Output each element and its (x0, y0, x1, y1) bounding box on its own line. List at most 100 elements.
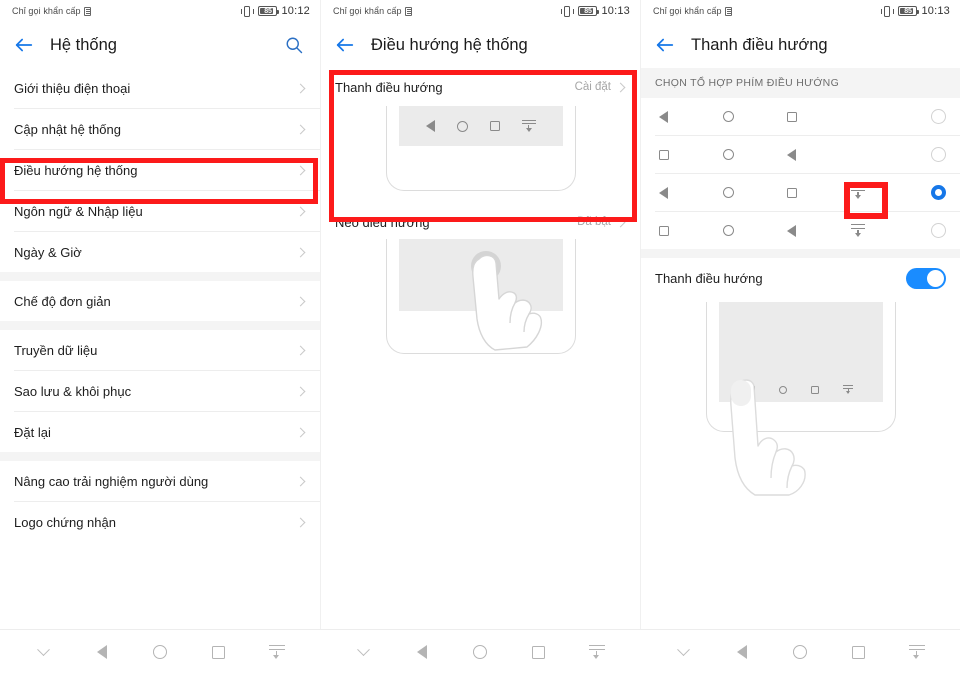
navigation-dock-value: Đã bật (577, 216, 611, 228)
navigation-bar-card[interactable]: Thanh điều hướng Cài đặt (321, 68, 640, 191)
back-triangle-icon[interactable] (727, 637, 757, 667)
radio-button[interactable] (931, 223, 946, 238)
settings-row-label: Sao lưu & khôi phục (14, 384, 297, 399)
settings-row[interactable]: Truyền dữ liệu (0, 330, 320, 370)
status-bar-right: 85 10:12 (240, 5, 310, 17)
vibrate-icon (880, 6, 894, 17)
battery-level-label: 85 (584, 8, 591, 15)
settings-row[interactable]: Giới thiệu điện thoại (0, 68, 320, 108)
search-icon[interactable] (282, 33, 306, 57)
settings-row[interactable]: Sao lưu & khôi phục (0, 371, 320, 411)
system-nav-panel-3 (640, 630, 960, 674)
settings-row[interactable]: Chế độ đơn giản (0, 281, 320, 321)
combo-glyph-cell (787, 225, 851, 237)
chevron-right-icon (616, 82, 626, 92)
settings-row-label: Ngôn ngữ & Nhập liệu (14, 204, 297, 219)
battery-icon: 85 (898, 6, 917, 16)
combo-glyph-cell (659, 150, 723, 160)
combo-glyph-group (659, 186, 931, 199)
settings-row[interactable]: Cập nhật hệ thống (0, 109, 320, 149)
recents-square-icon[interactable] (843, 637, 873, 667)
chevron-right-icon (616, 217, 626, 227)
combo-glyph-cell (723, 149, 787, 160)
panel-navigation-bar: Chỉ gọi khẩn cấp 85 10:13 Thanh đi (640, 0, 960, 673)
page-title: Hệ thống (50, 36, 117, 55)
combo-glyph-cell (723, 225, 787, 236)
back-triangle-icon[interactable] (407, 637, 437, 667)
settings-row-label: Ngày & Giờ (14, 245, 297, 260)
hide-navbar-icon (843, 385, 853, 395)
hide-navbar-icon (522, 120, 536, 133)
system-navigation-bar (0, 629, 960, 673)
combo-option-row[interactable] (641, 174, 960, 211)
status-bar-left: Chỉ gọi khẩn cấp (12, 6, 91, 16)
recents-square-icon[interactable] (203, 637, 233, 667)
system-nav-panel-2 (320, 630, 640, 674)
settings-row[interactable]: Nâng cao trải nghiệm người dùng (0, 461, 320, 501)
navigation-dock-card[interactable]: Neo điều hướng Đã bật (321, 205, 640, 354)
recents-square-icon[interactable] (523, 637, 553, 667)
chevron-down-icon[interactable] (28, 637, 58, 667)
chevron-right-icon (296, 247, 306, 257)
navigation-bar-row[interactable]: Thanh điều hướng Cài đặt (321, 68, 640, 106)
chevron-right-icon (296, 386, 306, 396)
navigation-bar-toggle-row[interactable]: Thanh điều hướng (641, 258, 960, 298)
app-bar-panel1: Hệ thống (0, 22, 320, 68)
home-circle-icon[interactable] (145, 637, 175, 667)
back-triangle-icon (659, 187, 668, 199)
radio-button[interactable] (931, 109, 946, 124)
hide-navbar-icon[interactable] (902, 637, 932, 667)
settings-row[interactable]: Đặt lại (0, 412, 320, 452)
combo-glyph-cell (851, 224, 915, 237)
back-arrow-icon[interactable] (12, 33, 36, 57)
combo-options-list (641, 98, 960, 249)
home-circle-icon[interactable] (465, 637, 495, 667)
settings-row[interactable]: Logo chứng nhận (0, 502, 320, 542)
settings-row[interactable]: Ngày & Giờ (0, 232, 320, 272)
combo-glyph-cell (787, 188, 851, 198)
settings-row[interactable]: Ngôn ngữ & Nhập liệu (0, 191, 320, 231)
back-triangle-icon (426, 120, 435, 132)
home-circle-icon (723, 187, 734, 198)
radio-button[interactable] (931, 147, 946, 162)
combo-glyph-group (659, 111, 931, 123)
home-circle-icon (723, 111, 734, 122)
combo-glyph-cell (787, 112, 851, 122)
home-circle-icon[interactable] (785, 637, 815, 667)
navigation-bar-value: Cài đặt (575, 81, 611, 93)
status-bar-panel3: Chỉ gọi khẩn cấp 85 10:13 (641, 0, 960, 22)
navigation-dock-label: Neo điều hướng (335, 215, 577, 230)
back-arrow-icon[interactable] (333, 33, 357, 57)
combo-glyph-cell (851, 186, 915, 199)
combo-glyph-cell (723, 187, 787, 198)
recents-square-icon (659, 226, 669, 236)
hide-navbar-icon[interactable] (582, 637, 612, 667)
back-triangle-icon[interactable] (87, 637, 117, 667)
combo-option-row[interactable] (641, 136, 960, 173)
chevron-down-icon[interactable] (348, 637, 378, 667)
settings-row-label: Đặt lại (14, 425, 297, 440)
back-arrow-icon[interactable] (653, 33, 677, 57)
navigation-bar-toggle-switch[interactable] (906, 268, 946, 289)
combo-glyph-cell (723, 111, 787, 122)
carrier-label: Chỉ gọi khẩn cấp (333, 6, 402, 16)
radio-button-selected[interactable] (931, 185, 946, 200)
settings-list: Giới thiệu điện thoạiCập nhật hệ thốngĐi… (0, 68, 320, 542)
status-bar-right: 85 10:13 (880, 5, 950, 17)
chevron-down-icon[interactable] (668, 637, 698, 667)
combo-option-row[interactable] (641, 98, 960, 135)
navbar-phone-illustration-panel3 (706, 302, 896, 432)
navigation-dock-row[interactable]: Neo điều hướng Đã bật (321, 205, 640, 239)
chevron-right-icon (296, 165, 306, 175)
hide-navbar-icon[interactable] (262, 637, 292, 667)
clock-label: 10:13 (921, 5, 950, 17)
chevron-right-icon (296, 517, 306, 527)
combo-option-row[interactable] (641, 212, 960, 249)
settings-row[interactable]: Điều hướng hệ thống (0, 150, 320, 190)
status-bar-panel1: Chỉ gọi khẩn cấp 85 10:12 (0, 0, 320, 22)
screenshot-root: Chỉ gọi khẩn cấp 85 10:12 Hệ thống (0, 0, 960, 673)
recents-square-icon (787, 112, 797, 122)
hide-navbar-icon (851, 224, 865, 237)
status-bar-panel2: Chỉ gọi khẩn cấp 85 10:13 (321, 0, 640, 22)
home-circle-icon (723, 149, 734, 160)
